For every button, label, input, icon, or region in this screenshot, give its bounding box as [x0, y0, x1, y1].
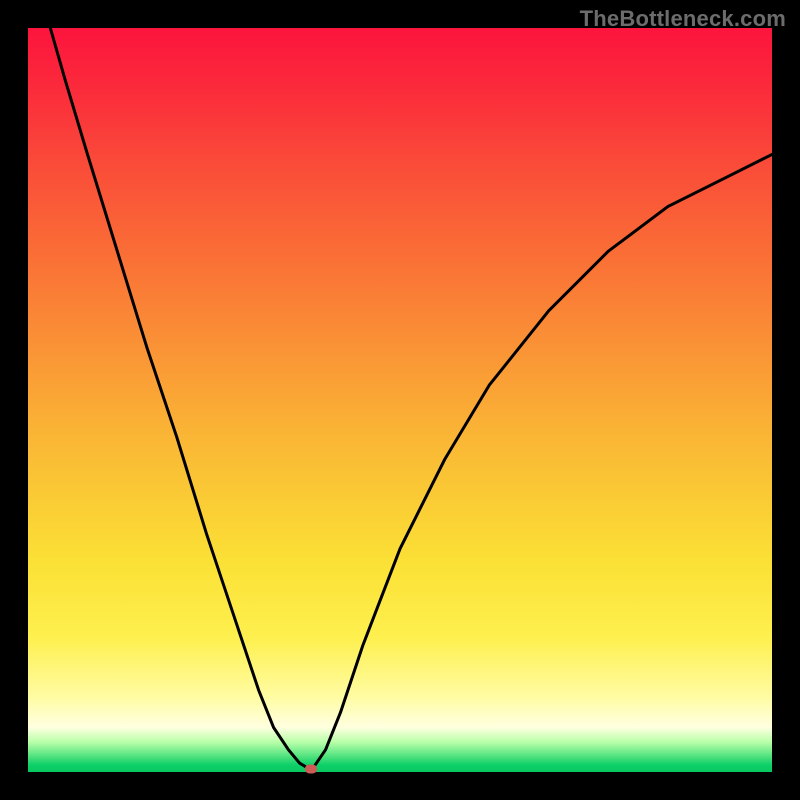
chart-frame: TheBottleneck.com [0, 0, 800, 800]
bottleneck-curve [28, 28, 772, 772]
plot-area [28, 28, 772, 772]
minimum-marker [305, 765, 317, 774]
